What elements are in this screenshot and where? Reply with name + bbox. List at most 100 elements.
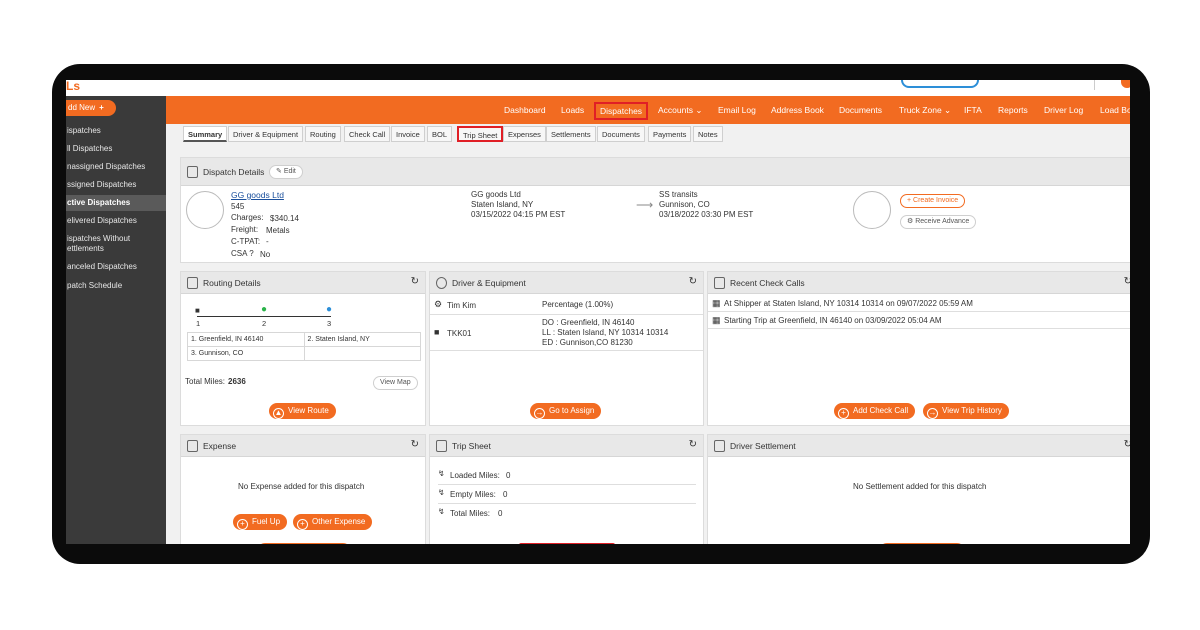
shipper-name: GG goods Ltd: [471, 190, 521, 199]
pin-green-icon: ●: [261, 304, 268, 315]
driver-name: Tim Kim: [447, 301, 477, 310]
expense-title: Expense: [203, 441, 237, 451]
arrow-right-icon: ⟶: [636, 198, 654, 212]
refresh-icon[interactable]: ↻: [1124, 440, 1130, 450]
nav-load-board[interactable]: Load Bo: [1100, 105, 1130, 115]
plus-circle-icon: +: [237, 519, 248, 530]
expense-more-button[interactable]: [257, 543, 351, 544]
routing-header: Routing Details ↻: [181, 272, 425, 294]
nav-loads[interactable]: Loads: [561, 105, 584, 115]
tab-check-call[interactable]: Check Call: [344, 126, 391, 142]
sidebar-item-assigned[interactable]: ssigned Dispatches: [66, 180, 166, 190]
nav-truck-zone[interactable]: Truck Zone ⌄: [899, 105, 951, 116]
view-map-button[interactable]: View Map: [373, 376, 418, 390]
tab-invoice[interactable]: Invoice: [391, 126, 425, 142]
nav-reports[interactable]: Reports: [998, 105, 1028, 115]
tab-bol[interactable]: BOL: [427, 126, 453, 142]
tab-summary[interactable]: Summary: [183, 126, 228, 142]
nav-driver-log[interactable]: Driver Log: [1044, 105, 1083, 115]
add-new-label: dd New: [68, 103, 96, 112]
arrow-circle-icon: →: [927, 408, 938, 419]
edit-icon: ✎: [276, 168, 284, 175]
empty-miles-label: Empty Miles:: [450, 490, 496, 499]
nav-email-log[interactable]: Email Log: [718, 105, 756, 115]
load-number: 545: [231, 202, 245, 211]
loaded-line: LL : Staten Island, NY 10314 10314: [542, 328, 669, 337]
refresh-icon[interactable]: ↻: [411, 440, 419, 450]
view-route-button[interactable]: ▲ View Route: [269, 403, 336, 419]
refresh-icon[interactable]: ↻: [1124, 277, 1130, 287]
stop-cell-3: 3. Gunnison, CO: [187, 346, 305, 361]
check-call-item: Starting Trip at Greenfield, IN 46140 on…: [724, 316, 942, 325]
tab-notes[interactable]: Notes: [693, 126, 723, 142]
check-calls-title: Recent Check Calls: [730, 278, 805, 288]
ctpat-label: C-TPAT:: [231, 237, 261, 246]
add-new-button[interactable]: dd New +: [66, 100, 116, 116]
tab-trip-sheet[interactable]: Trip Sheet: [457, 126, 504, 142]
charges-label: Charges:: [231, 213, 264, 222]
route-pin-icon: ↯: [438, 507, 445, 516]
nav-dispatches[interactable]: Dispatches: [594, 102, 649, 120]
add-check-call-label: Add Check Call: [853, 406, 909, 415]
sidebar-item-schedule[interactable]: patch Schedule: [66, 281, 166, 291]
settlement-empty-message: No Settlement added for this dispatch: [853, 482, 987, 491]
sidebar-item-without-settlements[interactable]: ispatches Without: [66, 234, 166, 244]
settlement-action-button[interactable]: [879, 543, 965, 544]
settlement-icon: [714, 440, 725, 452]
dollar-icon: [187, 440, 198, 452]
create-invoice-button[interactable]: + Create Invoice: [900, 194, 966, 208]
sidebar-item-unassigned[interactable]: nassigned Dispatches: [66, 162, 166, 172]
sidebar-item-canceled[interactable]: anceled Dispatches: [66, 262, 166, 272]
loaded-miles-label: Loaded Miles:: [450, 471, 500, 480]
view-route-label: View Route: [288, 406, 329, 415]
nav-accounts[interactable]: Accounts ⌄: [658, 105, 702, 116]
tab-settlements[interactable]: Settlements: [546, 126, 596, 142]
nav-address-book[interactable]: Address Book: [771, 105, 824, 115]
receive-advance-button[interactable]: ⚙ Receive Advance: [900, 215, 977, 229]
shipper-city: Staten Island, NY: [471, 200, 534, 209]
refresh-icon[interactable]: ↻: [689, 277, 697, 287]
calendar-icon: ▦: [712, 298, 721, 308]
user-avatar[interactable]: [1121, 80, 1130, 88]
driver-equipment-header: Driver & Equipment ↻: [430, 272, 703, 294]
sidebar-item-delivered[interactable]: elivered Dispatches: [66, 216, 166, 226]
app-logo: Ls: [66, 80, 81, 93]
refresh-icon[interactable]: ↻: [689, 440, 697, 450]
fuel-up-button[interactable]: + Fuel Up: [233, 514, 288, 530]
go-to-assign-button[interactable]: → Go to Assign: [530, 403, 602, 419]
sidebar-item-active[interactable]: ctive Dispatches: [66, 195, 166, 211]
driver-divider: [430, 314, 703, 315]
tab-documents[interactable]: Documents: [597, 126, 645, 142]
sidebar-item-without-settlements-2[interactable]: ettlements: [66, 244, 166, 254]
view-trip-history-button[interactable]: → View Trip History: [923, 403, 1009, 419]
charges-value: $340.14: [270, 214, 299, 223]
tab-routing[interactable]: Routing: [305, 126, 341, 142]
driver-equipment-title: Driver & Equipment: [452, 278, 526, 288]
check-call-divider: [708, 328, 1130, 329]
tab-expenses[interactable]: Expenses: [503, 126, 546, 142]
total-miles-value: 2636: [228, 377, 246, 386]
search-pill[interactable]: [901, 80, 979, 88]
nav-documents[interactable]: Documents: [839, 105, 882, 115]
tab-driver-equipment[interactable]: Driver & Equipment: [228, 126, 304, 142]
nav-dashboard[interactable]: Dashboard: [504, 105, 546, 115]
add-check-call-button[interactable]: + Add Check Call: [834, 403, 916, 419]
expense-panel: Expense ↻ No Expense added for this disp…: [180, 434, 426, 544]
edit-button[interactable]: ✎ Edit: [269, 165, 303, 179]
stop-number-2: 2: [262, 319, 267, 328]
refresh-icon[interactable]: ↻: [411, 277, 419, 287]
route-pin-icon: ↯: [438, 469, 445, 478]
sidebar-item-all[interactable]: ll Dispatches: [66, 144, 166, 154]
sidebar-item-dispatches[interactable]: ispatches: [66, 126, 166, 136]
check-calls-panel: Recent Check Calls ↻ ▦ At Shipper at Sta…: [707, 271, 1130, 426]
customer-name-link[interactable]: GG goods Ltd: [231, 190, 284, 200]
customer-avatar-icon: [186, 191, 224, 229]
tab-payments[interactable]: Payments: [648, 126, 692, 142]
plus-circle-icon: +: [297, 519, 308, 530]
nav-ifta[interactable]: IFTA: [964, 105, 982, 115]
trip-sheet-action-button[interactable]: [519, 543, 615, 544]
stop-number-3: 3: [327, 319, 332, 328]
freight-label: Freight:: [231, 225, 259, 234]
sidebar: dd New + ispatches ll Dispatches nassigne…: [66, 96, 166, 544]
other-expense-button[interactable]: + Other Expense: [293, 514, 373, 530]
